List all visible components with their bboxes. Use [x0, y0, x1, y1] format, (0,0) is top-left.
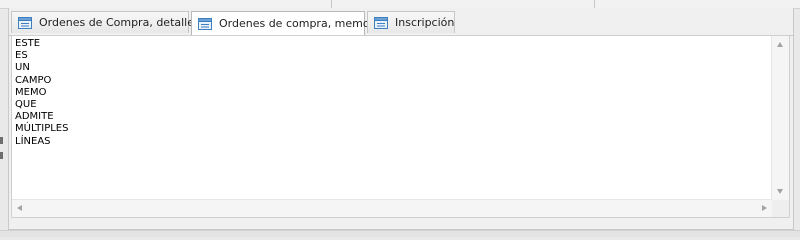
form-icon	[18, 16, 32, 29]
memo-line: UN	[15, 62, 30, 74]
form-icon	[198, 17, 212, 30]
divider	[331, 0, 332, 8]
edge-mark	[0, 152, 3, 159]
tab-label: Ordenes de Compra, detalle	[39, 16, 194, 29]
memo-line: ESTE	[15, 38, 41, 49]
tab-bar: Ordenes de Compra, detalle Ordenes de co…	[9, 11, 793, 36]
edge-mark	[0, 137, 3, 144]
memo-text[interactable]: ESTE ES UN CAMPO MEMO QUE ADMITE MÚLTIPLES LÍNEA…	[15, 38, 770, 208]
tab-inscripcion[interactable]: Inscripción	[367, 11, 455, 33]
bottom-strip	[0, 230, 800, 237]
tab-ordenes-memo[interactable]: Ordenes de compra, memo	[191, 11, 370, 35]
memo-line: LÍNEAS	[15, 135, 51, 147]
scroll-up-icon[interactable]	[777, 42, 783, 47]
memo-line: CAMPO	[15, 74, 52, 86]
memo-line: MEMO	[15, 86, 47, 98]
vertical-scrollbar[interactable]	[771, 36, 789, 200]
memo-line: MÚLTIPLES	[15, 123, 69, 135]
tab-panel: Ordenes de Compra, detalle Ordenes de co…	[8, 8, 794, 230]
tab-label: Ordenes de compra, memo	[219, 17, 370, 30]
horizontal-scrollbar[interactable]	[12, 199, 772, 217]
scroll-left-icon[interactable]	[17, 205, 22, 211]
form-icon	[374, 16, 388, 29]
memo-editor[interactable]: ESTE ES UN CAMPO MEMO QUE ADMITE MÚLTIPLES LÍNEA…	[11, 35, 790, 218]
memo-line: ADMITE	[15, 111, 54, 123]
memo-line: ES	[15, 50, 28, 62]
tab-label: Inscripción	[395, 16, 455, 29]
divider	[594, 0, 595, 8]
scrollbar-corner	[772, 200, 789, 217]
scroll-right-icon[interactable]	[762, 205, 767, 211]
memo-line: QUE	[15, 99, 37, 111]
scroll-down-icon[interactable]	[777, 189, 783, 194]
tab-ordenes-detalle[interactable]: Ordenes de Compra, detalle	[11, 11, 194, 33]
